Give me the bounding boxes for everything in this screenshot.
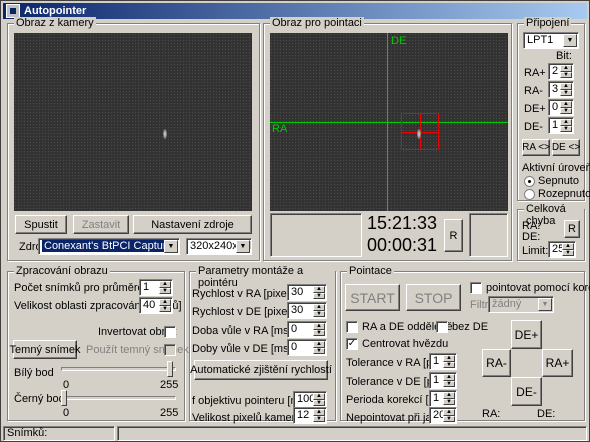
period-input[interactable]: 1 ▲ ▼ bbox=[429, 390, 457, 407]
elapsed-time: 00:00:31 bbox=[367, 235, 438, 255]
main-window: Autopointer Obraz z kamery Spustit Zasta… bbox=[0, 0, 590, 442]
pixel-size-input[interactable]: 12 ▲ ▼ bbox=[293, 407, 327, 424]
white-point-label: Bílý bod bbox=[14, 367, 54, 379]
ra-minus-label: RA- bbox=[524, 85, 543, 97]
guide-thumb-right bbox=[469, 213, 508, 257]
resolution-select[interactable]: 320x240x24b ▼ bbox=[186, 238, 252, 255]
tol-ra-input[interactable]: 1 ▲ ▼ bbox=[429, 353, 457, 370]
pointing-preview: DE RA bbox=[270, 33, 508, 211]
de-backlash-label: Doby vůle v DE [ms] bbox=[192, 343, 292, 355]
star-blob bbox=[417, 129, 421, 139]
start-pointing-button[interactable]: START bbox=[345, 284, 400, 311]
ra-speed-input[interactable]: 30 ▲ ▼ bbox=[287, 284, 327, 301]
stop-pointing-button[interactable]: STOP bbox=[406, 284, 461, 311]
guide-thumb-left bbox=[270, 213, 362, 257]
pointing-group-label: Pointace bbox=[347, 265, 394, 277]
focal-input[interactable]: 1000 ▲ ▼ bbox=[293, 391, 327, 408]
center-star-label: Centrovat hvězdu bbox=[362, 338, 449, 350]
correlation-label: pointovat pomocí korelace bbox=[486, 282, 590, 294]
invert-checkbox[interactable] bbox=[164, 326, 176, 338]
de-backlash-input[interactable]: 0 ▲ ▼ bbox=[287, 339, 327, 356]
dropdown-arrow-icon[interactable]: ▼ bbox=[563, 34, 577, 47]
radec-separate-checkbox[interactable] bbox=[346, 321, 358, 333]
use-dark-checkbox[interactable] bbox=[164, 344, 176, 356]
correlation-checkbox[interactable] bbox=[470, 282, 482, 294]
no-de-checkbox[interactable] bbox=[436, 321, 448, 333]
black-point-track[interactable] bbox=[61, 396, 176, 400]
area-input[interactable]: 40 ▲ ▼ bbox=[139, 297, 173, 314]
de-swap-button[interactable]: DE <> bbox=[552, 139, 580, 156]
dark-frame-button[interactable]: Temný snímek bbox=[10, 340, 80, 359]
filter-value: žádný bbox=[492, 298, 522, 310]
de-minus-label: DE- bbox=[524, 121, 543, 133]
filter-select[interactable]: žádný ▼ bbox=[488, 296, 554, 313]
start-camera-button[interactable]: Spustit bbox=[15, 215, 67, 234]
source-settings-button[interactable]: Nastavení zdroje bbox=[133, 215, 252, 234]
level-on-label: Sepnuto bbox=[538, 175, 579, 187]
ra-plus-bit-input[interactable]: 2 ▲ ▼ bbox=[548, 63, 574, 80]
frames-input[interactable]: 1 ▲ ▼ bbox=[139, 279, 173, 296]
black-min: 0 bbox=[63, 407, 70, 419]
de-minus-bit-input[interactable]: 1 ▲ ▼ bbox=[548, 117, 574, 134]
status-frames-panel: Snímků: bbox=[3, 426, 115, 441]
de-speed-input[interactable]: 30 ▲ ▼ bbox=[287, 302, 327, 319]
stop-camera-button[interactable]: Zastavit bbox=[73, 215, 129, 234]
black-point-label: Černý bod bbox=[14, 393, 65, 405]
reset-time-button[interactable]: R bbox=[444, 219, 463, 252]
ra-plus-label: RA+ bbox=[524, 67, 546, 79]
bit-label: Bit: bbox=[556, 50, 572, 62]
ra-minus-bit-input[interactable]: 3 ▲ ▼ bbox=[548, 81, 574, 98]
brightness-input[interactable]: 20 ▲ ▼ bbox=[429, 407, 457, 424]
black-point-slider[interactable] bbox=[61, 390, 67, 406]
auto-speed-button[interactable]: Automatické zjištění rychlostí bbox=[190, 360, 332, 380]
app-icon bbox=[6, 4, 20, 18]
de-minus-button[interactable]: DE- bbox=[511, 377, 542, 406]
level-off-radio[interactable] bbox=[524, 189, 535, 200]
camera-preview bbox=[14, 33, 252, 211]
ra-swap-button[interactable]: RA <> bbox=[522, 139, 550, 156]
source-value: Conexant's BtPCI Capture bbox=[42, 240, 175, 252]
limit-label: Limit: bbox=[522, 245, 549, 257]
port-select[interactable]: LPT1 ▼ bbox=[523, 32, 579, 49]
white-point-track[interactable] bbox=[61, 367, 176, 371]
white-point-slider[interactable] bbox=[167, 361, 173, 377]
dropdown-arrow-icon[interactable]: ▼ bbox=[236, 240, 250, 253]
ra-minus-button[interactable]: RA- bbox=[482, 349, 511, 377]
center-star-checkbox[interactable]: ✓ bbox=[346, 338, 358, 350]
active-level-label: Aktivní úroveň: bbox=[522, 162, 590, 174]
reset-error-button[interactable]: R bbox=[564, 220, 580, 238]
level-off-label: Rozepnuto bbox=[538, 188, 590, 200]
ra-plus-button[interactable]: RA+ bbox=[542, 349, 573, 377]
clock-time: 15:21:33 bbox=[367, 213, 438, 233]
status-panel bbox=[117, 426, 587, 441]
level-on-radio[interactable] bbox=[524, 176, 535, 187]
source-select[interactable]: Conexant's BtPCI Capture ▼ bbox=[38, 238, 180, 255]
camera-group-label: Obraz z kamery bbox=[14, 17, 96, 29]
connection-group-label: Připojení bbox=[524, 17, 572, 29]
white-max: 255 bbox=[160, 379, 179, 391]
de-plus-bit-input[interactable]: 0 ▲ ▼ bbox=[548, 99, 574, 116]
tol-de-input[interactable]: 1 ▲ ▼ bbox=[429, 372, 457, 389]
de-plus-button[interactable]: DE+ bbox=[511, 320, 542, 349]
no-de-label: bez DE bbox=[452, 321, 489, 333]
ra-axis-line bbox=[270, 122, 508, 123]
axis-de-label: DE bbox=[391, 35, 407, 47]
star-blob bbox=[163, 129, 167, 139]
dropdown-arrow-icon[interactable]: ▼ bbox=[164, 240, 178, 253]
error-de-label: DE: bbox=[522, 231, 541, 243]
ra-backlash-label: Doba vůle v RA [ms] bbox=[192, 325, 292, 337]
ra-output-label: RA: bbox=[482, 408, 501, 420]
de-output-label: DE: bbox=[537, 408, 556, 420]
pointing-image-label: Obraz pro pointaci bbox=[270, 17, 364, 29]
limit-input[interactable]: 25 ▲ ▼ bbox=[548, 241, 576, 258]
black-max: 255 bbox=[160, 407, 179, 419]
port-value: LPT1 bbox=[527, 34, 554, 46]
status-frames-label: Snímků: bbox=[7, 427, 48, 439]
processing-group-label: Zpracování obrazu bbox=[14, 265, 110, 277]
ra-backlash-input[interactable]: 0 ▲ ▼ bbox=[287, 321, 327, 338]
dropdown-arrow-icon[interactable]: ▼ bbox=[538, 298, 552, 311]
axis-ra-label: RA bbox=[272, 123, 288, 135]
de-plus-label: DE+ bbox=[524, 103, 546, 115]
